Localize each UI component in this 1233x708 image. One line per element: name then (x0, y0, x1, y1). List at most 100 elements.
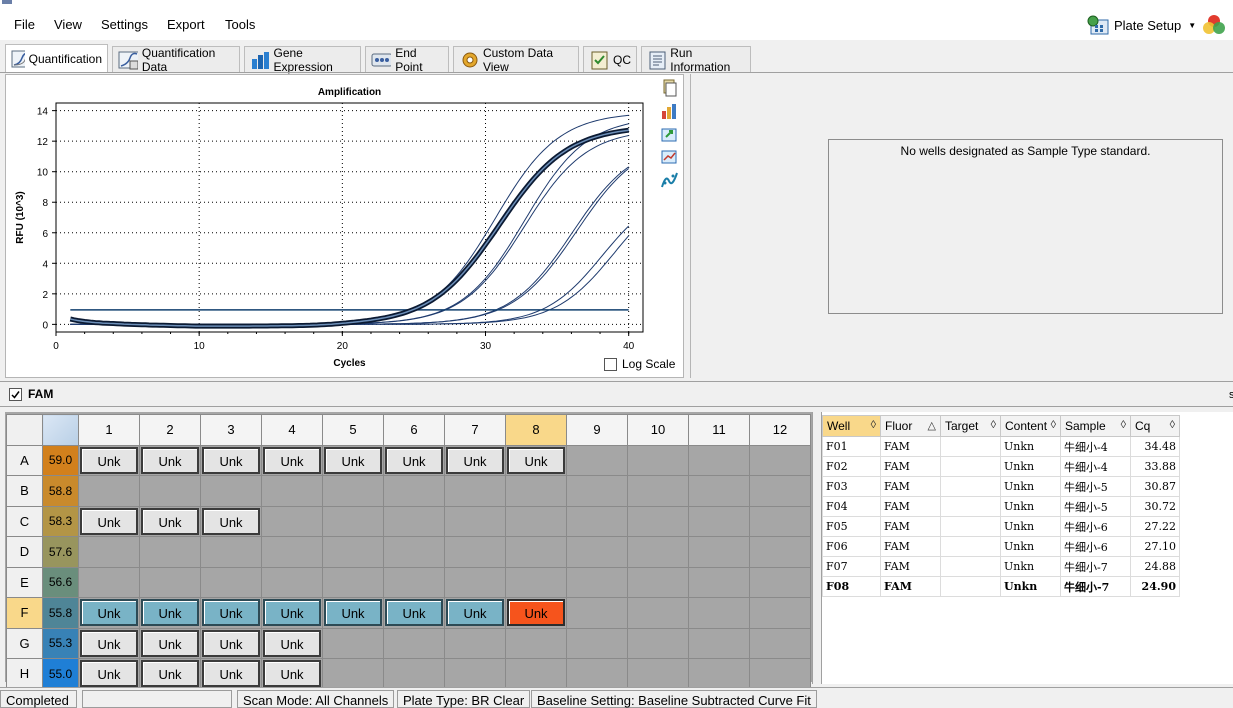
results-column-header[interactable]: Cq ◊ (1130, 415, 1180, 437)
well-sample-type[interactable]: Unk (202, 507, 260, 535)
well-sample-type[interactable]: Unk (324, 599, 382, 627)
plate-well[interactable]: Unk (139, 597, 201, 629)
well-sample-type[interactable]: Unk (507, 599, 565, 627)
plate-well[interactable] (322, 658, 384, 690)
well-sample-type[interactable]: Unk (507, 446, 565, 474)
tab-gene-expression[interactable]: Gene Expression (244, 46, 361, 74)
plate-well[interactable] (566, 536, 628, 568)
plate-column-header[interactable]: 2 (139, 414, 201, 446)
menu-tools[interactable]: Tools (225, 17, 255, 32)
plate-well[interactable] (261, 566, 323, 598)
plate-column-header[interactable]: 5 (322, 414, 384, 446)
plate-well[interactable] (139, 566, 201, 598)
plate-well[interactable]: Unk (139, 627, 201, 659)
plate-well[interactable] (749, 475, 811, 507)
results-column-header[interactable]: Target ◊ (940, 415, 1001, 437)
plate-well[interactable] (505, 566, 567, 598)
results-row[interactable]: F03 FAM Unkn 牛细小-5 30.87 (822, 476, 1180, 497)
plate-well[interactable] (383, 627, 445, 659)
results-row[interactable]: F02 FAM Unkn 牛细小-4 33.88 (822, 456, 1180, 477)
plate-well[interactable] (322, 566, 384, 598)
plate-well[interactable]: Unk (139, 505, 201, 537)
plate-well[interactable] (139, 475, 201, 507)
plate-column-header[interactable]: 7 (444, 414, 506, 446)
rgb-circles-icon[interactable] (1202, 13, 1226, 37)
plate-well[interactable] (78, 475, 140, 507)
plate-well[interactable] (139, 536, 201, 568)
plate-column-header[interactable]: 8 (505, 414, 567, 446)
plate-well[interactable]: Unk (383, 597, 445, 629)
plate-well[interactable]: Unk (261, 444, 323, 476)
plate-column-header[interactable]: 1 (78, 414, 140, 446)
plate-well[interactable] (688, 597, 750, 629)
well-sample-type[interactable]: Unk (80, 507, 138, 535)
plate-well[interactable] (688, 475, 750, 507)
plate-row-header[interactable]: E (6, 566, 43, 598)
plate-well[interactable] (322, 627, 384, 659)
plate-well[interactable] (78, 536, 140, 568)
well-sample-type[interactable]: Unk (263, 660, 321, 688)
plate-well[interactable] (688, 536, 750, 568)
plate-well[interactable] (78, 566, 140, 598)
plate-well[interactable] (566, 627, 628, 659)
plate-well[interactable] (749, 444, 811, 476)
plate-well[interactable] (383, 658, 445, 690)
plate-well[interactable]: Unk (200, 505, 262, 537)
plate-well[interactable] (688, 566, 750, 598)
plate-well[interactable] (322, 505, 384, 537)
results-row[interactable]: F01 FAM Unkn 牛细小-4 34.48 (822, 436, 1180, 457)
plate-well[interactable] (505, 658, 567, 690)
well-sample-type[interactable]: Unk (446, 599, 504, 627)
plate-well[interactable]: Unk (78, 658, 140, 690)
results-row[interactable]: F06 FAM Unkn 牛细小-6 27.10 (822, 536, 1180, 557)
plate-well[interactable] (627, 658, 689, 690)
plate-well[interactable] (444, 627, 506, 659)
well-sample-type[interactable]: Unk (202, 660, 260, 688)
plate-well[interactable] (322, 475, 384, 507)
plate-well[interactable] (566, 505, 628, 537)
plate-well[interactable]: Unk (139, 444, 201, 476)
plate-well[interactable] (627, 444, 689, 476)
zoom-chart-icon[interactable] (660, 148, 678, 166)
plate-column-header[interactable]: 6 (383, 414, 445, 446)
plate-column-header[interactable]: 3 (200, 414, 262, 446)
plate-well[interactable] (749, 536, 811, 568)
well-sample-type[interactable]: Unk (141, 446, 199, 474)
well-sample-type[interactable]: Unk (263, 629, 321, 657)
plate-select-all[interactable] (42, 414, 79, 446)
copy-icon[interactable] (660, 79, 678, 97)
chart-options-icon[interactable] (660, 102, 678, 120)
well-sample-type[interactable]: Unk (141, 599, 199, 627)
well-sample-type[interactable]: Unk (80, 446, 138, 474)
menu-export[interactable]: Export (167, 17, 205, 32)
plate-well[interactable] (749, 627, 811, 659)
results-column-header[interactable]: Content ◊ (1000, 415, 1061, 437)
export-chart-icon[interactable] (660, 125, 678, 143)
results-column-header[interactable]: Sample ◊ (1060, 415, 1131, 437)
well-sample-type[interactable]: Unk (263, 599, 321, 627)
tab-run-information[interactable]: Run Information (641, 46, 751, 74)
plate-well[interactable]: Unk (139, 658, 201, 690)
results-column-header[interactable]: Well ◊ (822, 415, 881, 437)
well-sample-type[interactable]: Unk (385, 446, 443, 474)
menu-settings[interactable]: Settings (101, 17, 148, 32)
plate-well[interactable] (505, 475, 567, 507)
tab-custom-data-view[interactable]: Custom Data View (453, 46, 579, 74)
plate-well[interactable]: Unk (200, 597, 262, 629)
plate-well[interactable] (261, 536, 323, 568)
log-scale-toggle[interactable]: Log Scale (604, 357, 675, 371)
plate-well[interactable] (749, 566, 811, 598)
well-sample-type[interactable]: Unk (80, 629, 138, 657)
plate-well[interactable] (566, 475, 628, 507)
plate-row-header[interactable]: F (6, 597, 43, 629)
tab-qc[interactable]: QC (583, 46, 637, 72)
fam-checkbox[interactable] (9, 388, 22, 401)
plate-well[interactable] (444, 658, 506, 690)
plate-well[interactable] (566, 597, 628, 629)
plate-well[interactable] (444, 566, 506, 598)
plate-column-header[interactable]: 12 (749, 414, 811, 446)
plate-well[interactable] (627, 566, 689, 598)
plate-well[interactable]: Unk (261, 597, 323, 629)
results-column-header[interactable]: Fluor △ (880, 415, 941, 437)
plate-well[interactable] (627, 505, 689, 537)
